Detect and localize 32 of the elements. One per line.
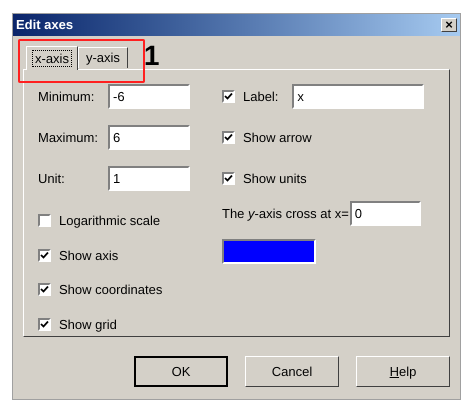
color-swatch[interactable] [222,239,316,264]
annotation-number: 1 [144,41,160,71]
window-title: Edit axes [16,16,74,34]
cross-field[interactable]: 0 [350,201,421,226]
field-label: Unit: [38,170,66,188]
checkbox-label: Show coordinates [59,281,162,299]
checkbox-label: Show arrow [243,128,312,147]
checkbox[interactable] [38,214,51,228]
checkbox[interactable] [38,318,51,331]
checkbox-label: Label: [243,88,278,106]
dialog-button[interactable]: Help [356,356,450,387]
number-field[interactable]: 6 [108,125,190,150]
dialog-button[interactable]: Cancel [245,356,339,387]
checkbox-label: Show axis [59,246,118,264]
number-field[interactable]: 1 [108,166,190,191]
field-label: Maximum: [38,128,99,147]
number-field[interactable]: -6 [108,84,190,109]
cross-label: The y-axis cross at x= [222,204,349,223]
tab[interactable]: x-axis [26,46,78,70]
checkbox[interactable] [38,283,51,296]
checkbox[interactable] [38,248,51,262]
checkbox-label: Logarithmic scale [59,212,160,230]
checkbox[interactable] [222,90,235,103]
checkbox-label: Show units [243,170,307,188]
tab[interactable]: y-axis [78,47,128,68]
checkbox[interactable] [222,172,235,185]
checkbox-label: Show grid [59,316,117,334]
close-button[interactable]: × [441,18,457,32]
field-label: Minimum: [38,88,96,106]
checkbox[interactable] [222,131,235,144]
dialog-button[interactable]: OK [134,356,228,387]
label-field[interactable]: x [292,84,424,109]
